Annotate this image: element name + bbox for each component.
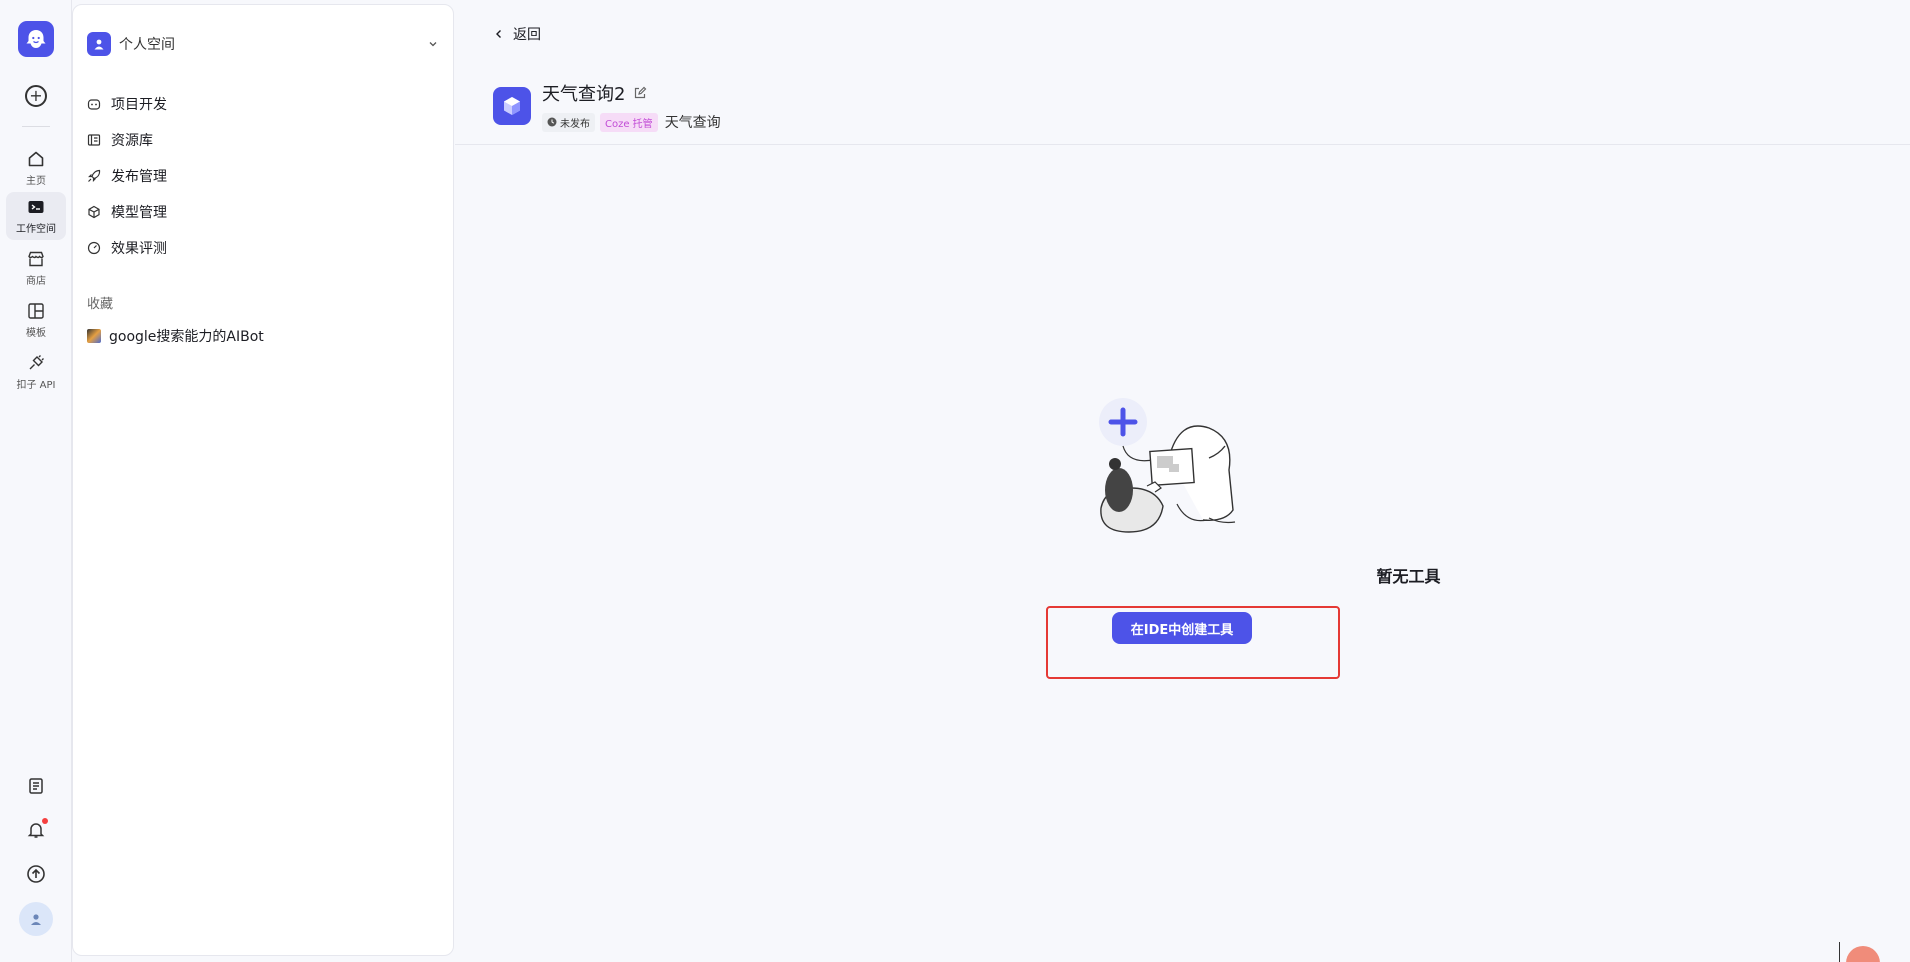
rail-label: 商店: [26, 275, 46, 287]
rail-item-workspace[interactable]: 工作空间: [6, 192, 66, 240]
cube-icon: [88, 205, 100, 219]
nav-item-projects[interactable]: 项目开发: [87, 89, 167, 119]
project-cube-icon: [493, 87, 531, 125]
rocket-icon: [88, 169, 101, 182]
edit-icon[interactable]: [633, 86, 647, 100]
space-name: 个人空间: [119, 37, 175, 53]
rail-item-store[interactable]: 商店: [6, 244, 66, 292]
status-text: 未发布: [560, 118, 590, 130]
user-icon: [87, 32, 111, 56]
library-icon: [87, 134, 101, 146]
back-label: 返回: [513, 27, 541, 43]
chevron-down-icon: [429, 42, 437, 47]
rail-item-templates[interactable]: 模板: [6, 296, 66, 344]
favorite-label: google搜索能力的AIBot: [109, 329, 264, 345]
assistant-bubble-icon[interactable]: [1846, 946, 1880, 962]
favorite-item[interactable]: google搜索能力的AIBot: [87, 323, 264, 349]
template-icon: [28, 302, 44, 319]
rail-label: 主页: [26, 175, 46, 187]
empty-tools-illustration: [1099, 398, 1236, 533]
coze-logo-icon[interactable]: [18, 21, 54, 57]
left-rail: + 主页 工作空间 商店 模板 扣子 API: [0, 0, 72, 962]
nav-label: 资源库: [111, 133, 153, 149]
workspace-panel: 个人空间 项目开发 资源库 发布管理 模型管理 效果评测 收藏 google搜索…: [72, 4, 454, 956]
plug-icon: [29, 354, 44, 369]
back-button[interactable]: 返回: [493, 24, 541, 44]
rail-item-home[interactable]: 主页: [6, 144, 66, 192]
bot-thumbnail-icon: [87, 329, 101, 343]
rail-item-api[interactable]: 扣子 API: [6, 348, 66, 396]
user-avatar[interactable]: [19, 902, 53, 936]
notification-bell-icon[interactable]: [24, 818, 48, 842]
nav-label: 模型管理: [111, 205, 167, 221]
project-meta: 未发布 Coze 托管 天气查询: [542, 112, 721, 132]
nav-item-evaluation[interactable]: 效果评测: [87, 233, 167, 263]
rail-label: 模板: [26, 327, 46, 339]
favorites-title: 收藏: [87, 297, 114, 312]
host-badge: Coze 托管: [600, 112, 658, 132]
rail-divider: [22, 126, 50, 127]
empty-title-wrap: 暂无工具: [455, 563, 1910, 587]
main-content: 返回 天气查询2 未发布 Coze 托管 天气查询 暂无工具 在IDE中创建工具: [455, 0, 1910, 962]
terminal-folder-icon: [28, 200, 44, 213]
nav-label: 发布管理: [111, 169, 167, 185]
header-divider: [455, 144, 1910, 145]
empty-title: 暂无工具: [1376, 567, 1441, 586]
nav-item-library[interactable]: 资源库: [87, 125, 153, 155]
rail-label: 扣子 API: [16, 379, 56, 391]
store-icon: [28, 251, 44, 266]
project-title: 天气查询2: [542, 84, 626, 105]
nav-label: 效果评测: [111, 241, 167, 257]
docs-icon[interactable]: [24, 774, 48, 798]
cursor-line: [1839, 942, 1840, 962]
rail-label: 工作空间: [16, 223, 56, 235]
nav-item-publish[interactable]: 发布管理: [87, 161, 167, 191]
project-description: 天气查询: [664, 115, 721, 131]
upload-icon[interactable]: [24, 862, 48, 886]
home-icon: [28, 151, 44, 166]
robot-icon: [87, 99, 101, 110]
nav-item-models[interactable]: 模型管理: [87, 197, 167, 227]
nav-label: 项目开发: [111, 97, 167, 113]
chevron-left-icon: [496, 30, 501, 38]
notification-dot: [42, 818, 48, 824]
highlight-box: [1046, 606, 1340, 679]
create-plus-icon[interactable]: +: [25, 85, 47, 107]
gauge-icon: [87, 241, 101, 255]
project-title-row: 天气查询2: [542, 80, 647, 106]
space-selector[interactable]: 个人空间: [87, 29, 439, 59]
clock-icon: [547, 117, 557, 127]
status-badge: 未发布: [542, 112, 595, 132]
